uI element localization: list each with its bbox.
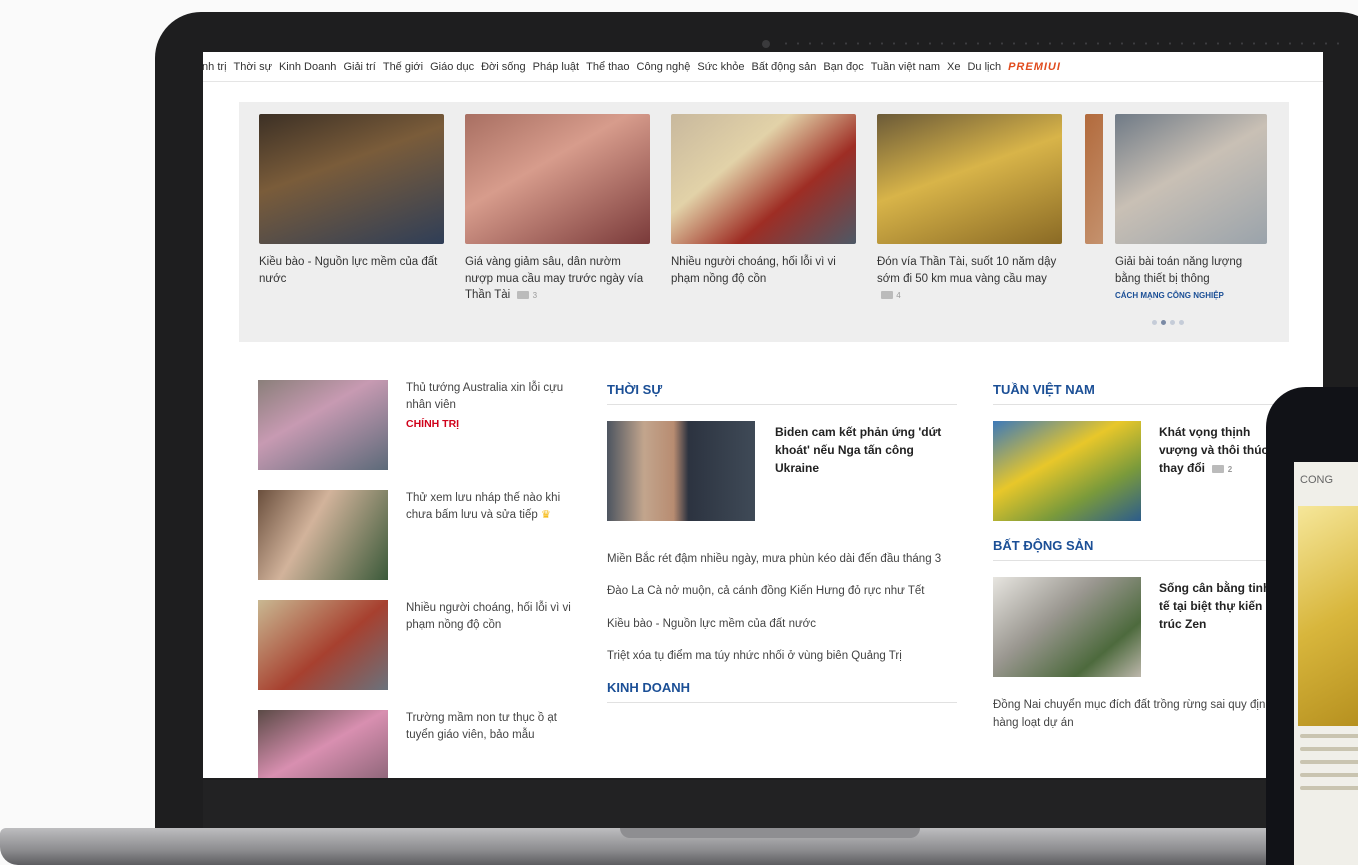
left-list-item[interactable]: Nhiều người choáng, hối lỗi vì vi phạm n…	[258, 600, 578, 700]
featured-image[interactable]	[993, 577, 1141, 677]
carousel-dot-active[interactable]	[1161, 320, 1166, 325]
laptop-screen: ính trị Thời sự Kinh Doanh Giải trí Thế …	[203, 52, 1323, 778]
article-text[interactable]: Thủ tướng Australia xin lỗi cựu nhân viê…	[406, 380, 576, 432]
carousel-title[interactable]: Kiều bào - Nguồn lực mềm của đất nước	[259, 254, 444, 287]
news-link[interactable]: Triệt xóa tụ điểm ma túy nhức nhối ở vùn…	[607, 647, 957, 665]
carousel-category[interactable]: CÁCH MẠNG CÔNG NGHIỆP	[1115, 291, 1267, 300]
carousel-title[interactable]: Đón vía Thần Tài, suốt 10 năm dậy sớm đi…	[877, 254, 1062, 304]
section-heading-bat-dong-san[interactable]: BẤT ĐỘNG SẢN	[993, 538, 1283, 561]
carousel-image[interactable]	[671, 114, 856, 244]
carousel-image[interactable]	[1115, 114, 1267, 244]
featured-title[interactable]: Sống cân bằng tinh tế tại biệt thự kiến …	[1159, 579, 1279, 633]
section-thoi-su: THỜI SỰ Biden cam kết phản ứng 'dứt khoá…	[607, 382, 957, 703]
carousel-dot[interactable]	[1170, 320, 1175, 325]
carousel-item[interactable]: Kiều bào - Nguồn lực mềm của đất nước	[259, 114, 444, 287]
carousel-image[interactable]	[465, 114, 650, 244]
carousel-item[interactable]: Giải bài toán năng lượng bằng thiết bị t…	[1115, 114, 1267, 300]
phone-screen: CONG	[1294, 462, 1358, 865]
carousel-title[interactable]: Giá vàng giảm sâu, dân nườm nượp mua cầu…	[465, 254, 650, 304]
nav-item-cong-nghe[interactable]: Công nghệ	[637, 61, 691, 73]
laptop-bottom-bezel	[203, 780, 1323, 828]
article-title[interactable]: Thử xem lưu nháp thế nào khi chưa bấm lư…	[406, 492, 560, 521]
comment-icon	[517, 291, 530, 300]
phone-page-title: CONG	[1300, 474, 1333, 486]
nav-item-phap-luat[interactable]: Pháp luật	[533, 61, 579, 73]
left-list-item[interactable]: Thủ tướng Australia xin lỗi cựu nhân viê…	[258, 380, 578, 480]
featured-article[interactable]: Biden cam kết phản ứng 'dứt khoát' nếu N…	[607, 421, 957, 536]
article-text[interactable]: Trường mầm non tư thục ồ ạt tuyển giáo v…	[406, 710, 576, 745]
article-category[interactable]: CHÍNH TRỊ	[406, 417, 576, 433]
news-link[interactable]: Đồng Nai chuyển mục đích đất trồng rừng …	[993, 696, 1283, 733]
comment-icon	[881, 291, 893, 300]
carousel-title[interactable]: Nhiều người choáng, hối lỗi vì vi phạm n…	[671, 254, 856, 287]
mockup-stage: ính trị Thời sự Kinh Doanh Giải trí Thế …	[0, 0, 1358, 865]
nav-item-premium[interactable]: PREMIUI	[1008, 61, 1061, 73]
article-title[interactable]: Nhiều người choáng, hối lỗi vì vi phạm n…	[406, 600, 576, 635]
article-text[interactable]: Nhiều người choáng, hối lỗi vì vi phạm n…	[406, 600, 576, 635]
nav-item-giao-duc[interactable]: Giáo dục	[430, 61, 474, 73]
article-text[interactable]: Thử xem lưu nháp thế nào khi chưa bấm lư…	[406, 490, 576, 525]
section-tuan-viet-nam: TUẦN VIỆT NAM Khát vọng thịnh vượng và t…	[993, 382, 1283, 733]
nav-item-the-thao[interactable]: Thể thao	[586, 61, 629, 73]
carousel-partial-item	[1085, 114, 1103, 244]
nav-item-suc-khoe[interactable]: Sức khỏe	[697, 61, 744, 73]
comment-icon	[1212, 464, 1225, 473]
featured-carousel: Kiều bào - Nguồn lực mềm của đất nước Gi…	[239, 102, 1289, 342]
featured-image[interactable]	[993, 421, 1141, 521]
carousel-image[interactable]	[259, 114, 444, 244]
nav-item-kinh-doanh[interactable]: Kinh Doanh	[279, 61, 337, 73]
phone-banner-image	[1298, 506, 1358, 726]
left-list-item[interactable]: Trường mầm non tư thục ồ ạt tuyển giáo v…	[258, 710, 578, 778]
carousel-item[interactable]: Giá vàng giảm sâu, dân nườm nượp mua cầu…	[465, 114, 650, 304]
nav-item-chinh-tri[interactable]: ính trị	[203, 61, 227, 73]
top-navigation: ính trị Thời sự Kinh Doanh Giải trí Thế …	[203, 52, 1323, 82]
article-thumbnail[interactable]	[258, 600, 388, 690]
laptop-base-notch	[620, 828, 920, 838]
phone-text-lines	[1300, 734, 1358, 799]
nav-item-bat-dong-san[interactable]: Bất động sản	[751, 61, 816, 73]
left-list-item[interactable]: Thử xem lưu nháp thế nào khi chưa bấm lư…	[258, 490, 578, 590]
nav-item-thoi-su[interactable]: Thời sự	[234, 61, 272, 73]
article-title[interactable]: Trường mầm non tư thục ồ ạt tuyển giáo v…	[406, 710, 576, 745]
featured-image[interactable]	[607, 421, 755, 521]
carousel-image	[1085, 114, 1103, 244]
carousel-pagination	[1152, 320, 1184, 325]
carousel-dot[interactable]	[1152, 320, 1157, 325]
news-link[interactable]: Kiều bào - Nguồn lực mềm của đất nước	[607, 615, 957, 633]
carousel-image[interactable]	[877, 114, 1062, 244]
nav-item-the-gioi[interactable]: Thế giới	[383, 61, 423, 73]
carousel-item[interactable]: Đón vía Thần Tài, suốt 10 năm dậy sớm đi…	[877, 114, 1062, 304]
carousel-item[interactable]: Nhiều người choáng, hối lỗi vì vi phạm n…	[671, 114, 856, 287]
crown-icon: ♛	[540, 509, 551, 522]
featured-title[interactable]: Khát vọng thịnh vượng và thôi thúc thay …	[1159, 423, 1279, 477]
laptop-speaker-dots	[780, 42, 1340, 45]
section-heading[interactable]: TUẦN VIỆT NAM	[993, 382, 1283, 405]
article-thumbnail[interactable]	[258, 490, 388, 580]
nav-item-ban-doc[interactable]: Bạn đọc	[823, 61, 863, 73]
nav-item-giai-tri[interactable]: Giải trí	[343, 61, 375, 73]
featured-article[interactable]: Sống cân bằng tinh tế tại biệt thự kiến …	[993, 577, 1283, 682]
carousel-title[interactable]: Giải bài toán năng lượng bằng thiết bị t…	[1115, 254, 1267, 287]
nav-item-du-lich[interactable]: Du lịch	[967, 61, 1001, 73]
article-thumbnail[interactable]	[258, 380, 388, 470]
section-heading[interactable]: THỜI SỰ	[607, 382, 957, 405]
nav-item-doi-song[interactable]: Đời sống	[481, 61, 526, 73]
featured-title[interactable]: Biden cam kết phản ứng 'dứt khoát' nếu N…	[775, 423, 955, 477]
camera-icon	[762, 40, 770, 48]
nav-item-tuan-viet-nam[interactable]: Tuần việt nam	[871, 61, 940, 73]
nav-item-xe[interactable]: Xe	[947, 61, 960, 73]
carousel-dot[interactable]	[1179, 320, 1184, 325]
news-link[interactable]: Miền Bắc rét đậm nhiều ngày, mưa phùn ké…	[607, 550, 957, 568]
featured-article[interactable]: Khát vọng thịnh vượng và thôi thúc thay …	[993, 421, 1283, 526]
article-title[interactable]: Thủ tướng Australia xin lỗi cựu nhân viê…	[406, 380, 576, 415]
section-heading-kinh-doanh[interactable]: KINH DOANH	[607, 680, 957, 703]
news-link[interactable]: Đào La Cà nở muộn, cả cánh đồng Kiến Hưn…	[607, 582, 957, 600]
article-thumbnail[interactable]	[258, 710, 388, 778]
